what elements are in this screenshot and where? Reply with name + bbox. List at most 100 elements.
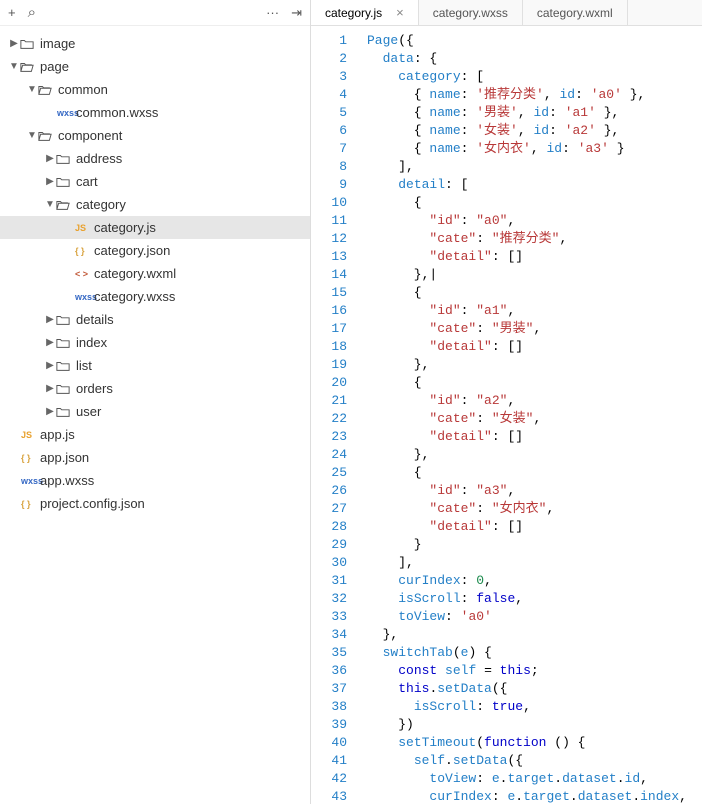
code-line[interactable]: setTimeout(function () {: [367, 734, 702, 752]
tree-row-app-json[interactable]: { }app.json: [0, 446, 310, 469]
close-icon[interactable]: ×: [396, 5, 404, 20]
tree-row-cart[interactable]: ▶ cart: [0, 170, 310, 193]
code-line[interactable]: "detail": []: [367, 518, 702, 536]
tree-row-list[interactable]: ▶list: [0, 354, 310, 377]
code-line[interactable]: { name: '女装', id: 'a2' },: [367, 122, 702, 140]
tree-row-details[interactable]: ▶details: [0, 308, 310, 331]
code-line[interactable]: "cate": "男装",: [367, 320, 702, 338]
code-line[interactable]: "detail": []: [367, 338, 702, 356]
chevron-right-icon[interactable]: ▶: [8, 38, 20, 49]
code-line[interactable]: "cate": "推荐分类",: [367, 230, 702, 248]
tab-category-wxml[interactable]: category.wxml: [523, 0, 628, 25]
code-line[interactable]: toView: e.target.dataset.id,: [367, 770, 702, 788]
tab-category-js[interactable]: category.js ×: [311, 0, 419, 25]
code-line[interactable]: toView: 'a0': [367, 608, 702, 626]
tree-row-app-js[interactable]: JSapp.js: [0, 423, 310, 446]
code-line[interactable]: detail: [: [367, 176, 702, 194]
tree-row-orders[interactable]: ▶orders: [0, 377, 310, 400]
json-icon: { }: [20, 453, 40, 463]
code-line[interactable]: {: [367, 284, 702, 302]
chevron-down-icon[interactable]: ▼: [26, 84, 38, 95]
chevron-right-icon[interactable]: ▶: [44, 406, 56, 417]
folder-open-icon: [38, 83, 58, 97]
chevron-right-icon[interactable]: ▶: [44, 383, 56, 394]
code-line[interactable]: {: [367, 464, 702, 482]
code-line[interactable]: "cate": "女内衣",: [367, 500, 702, 518]
tree-row-category-js[interactable]: JScategory.js: [0, 216, 310, 239]
chevron-down-icon[interactable]: ▼: [8, 61, 20, 72]
line-number: 16: [311, 302, 347, 320]
code-line[interactable]: },: [367, 626, 702, 644]
code-line[interactable]: { name: '推荐分类', id: 'a0' },: [367, 86, 702, 104]
tree-row-common[interactable]: ▼common: [0, 78, 310, 101]
tree-row-category-json[interactable]: { }category.json: [0, 239, 310, 262]
collapse-icon[interactable]: ⇥: [291, 5, 302, 21]
chevron-right-icon[interactable]: ▶: [44, 176, 56, 187]
code-editor[interactable]: 1234567891011121314151617181920212223242…: [311, 26, 702, 804]
tree-row-category-wxss[interactable]: wxsscategory.wxss: [0, 285, 310, 308]
code-line[interactable]: },: [367, 446, 702, 464]
code-line[interactable]: { name: '男装', id: 'a1' },: [367, 104, 702, 122]
code-line[interactable]: }: [367, 536, 702, 554]
code-line[interactable]: "detail": []: [367, 248, 702, 266]
code-line[interactable]: switchTab(e) {: [367, 644, 702, 662]
code-line[interactable]: { name: '女内衣', id: 'a3' }: [367, 140, 702, 158]
code-line[interactable]: "cate": "女装",: [367, 410, 702, 428]
tree-row-common-wxss[interactable]: wxsscommon.wxss: [0, 101, 310, 124]
tree-row-address[interactable]: ▶address: [0, 147, 310, 170]
code-line[interactable]: },: [367, 356, 702, 374]
code-line[interactable]: "detail": []: [367, 428, 702, 446]
chevron-down-icon[interactable]: ▼: [44, 199, 56, 210]
chevron-right-icon[interactable]: ▶: [44, 360, 56, 371]
code-content[interactable]: Page({ data: { category: [ { name: '推荐分类…: [357, 26, 702, 804]
code-line[interactable]: self.setData({: [367, 752, 702, 770]
new-file-button[interactable]: +: [8, 5, 16, 20]
tree-row-app-wxss[interactable]: wxssapp.wxss: [0, 469, 310, 492]
tree-item-label: cart: [76, 174, 98, 189]
tree-item-label: user: [76, 404, 101, 419]
tree-row-index[interactable]: ▶index: [0, 331, 310, 354]
tab-label: category.js: [325, 6, 382, 20]
chevron-right-icon[interactable]: ▶: [44, 337, 56, 348]
code-line[interactable]: category: [: [367, 68, 702, 86]
tree-row-component[interactable]: ▼component: [0, 124, 310, 147]
chevron-down-icon[interactable]: ▼: [26, 130, 38, 141]
code-line[interactable]: },|: [367, 266, 702, 284]
tab-category-wxss[interactable]: category.wxss: [419, 0, 523, 25]
tree-row-category[interactable]: ▼category: [0, 193, 310, 216]
tree-row-project-config-json[interactable]: { }project.config.json: [0, 492, 310, 515]
code-line[interactable]: curIndex: 0,: [367, 572, 702, 590]
line-number: 21: [311, 392, 347, 410]
code-line[interactable]: this.setData({: [367, 680, 702, 698]
code-line[interactable]: isScroll: false,: [367, 590, 702, 608]
line-number: 20: [311, 374, 347, 392]
tree-item-label: project.config.json: [40, 496, 145, 511]
code-line[interactable]: ],: [367, 158, 702, 176]
line-number: 5: [311, 104, 347, 122]
tree-row-category-wxml[interactable]: < >category.wxml: [0, 262, 310, 285]
chevron-right-icon[interactable]: ▶: [44, 314, 56, 325]
code-line[interactable]: "id": "a1",: [367, 302, 702, 320]
code-line[interactable]: isScroll: true,: [367, 698, 702, 716]
code-line[interactable]: const self = this;: [367, 662, 702, 680]
line-number: 23: [311, 428, 347, 446]
code-line[interactable]: "id": "a2",: [367, 392, 702, 410]
tree-row-image[interactable]: ▶image: [0, 32, 310, 55]
code-line[interactable]: {: [367, 194, 702, 212]
code-line[interactable]: {: [367, 374, 702, 392]
tree-row-user[interactable]: ▶ user: [0, 400, 310, 423]
more-icon[interactable]: ···: [266, 5, 279, 20]
wxss-icon: wxss: [56, 108, 76, 118]
chevron-right-icon[interactable]: ▶: [44, 153, 56, 164]
code-line[interactable]: data: {: [367, 50, 702, 68]
code-line[interactable]: }): [367, 716, 702, 734]
code-line[interactable]: "id": "a0",: [367, 212, 702, 230]
search-icon[interactable]: ⌕: [28, 4, 36, 21]
code-line[interactable]: ],: [367, 554, 702, 572]
code-line[interactable]: "id": "a3",: [367, 482, 702, 500]
tree-row-page[interactable]: ▼page: [0, 55, 310, 78]
code-line[interactable]: curIndex: e.target.dataset.index,: [367, 788, 702, 804]
json-icon: { }: [74, 246, 94, 256]
code-line[interactable]: Page({: [367, 32, 702, 50]
file-explorer-sidebar: + ⌕ ··· ⇥ ▶image▼page▼commonwxsscommon.w…: [0, 0, 311, 804]
